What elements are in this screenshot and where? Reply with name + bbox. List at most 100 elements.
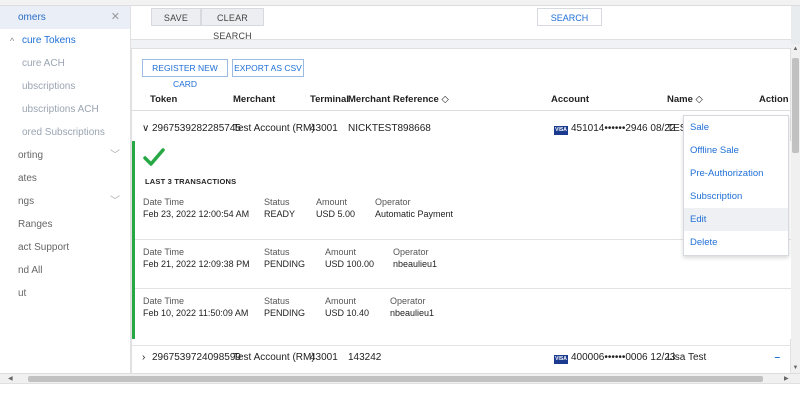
amount-value: USD 5.00 [316, 209, 356, 219]
datetime-value: Feb 23, 2022 12:00:54 AM [143, 209, 250, 219]
column-header-action: Action [759, 94, 789, 105]
amount-label: Amount [325, 296, 357, 306]
sidebar-item-label: omers [18, 12, 46, 23]
sidebar-item-rates[interactable]: ates [0, 167, 130, 190]
sidebar-item-label: cure Tokens [22, 35, 76, 46]
sidebar-item-contact-support[interactable]: act Support [0, 236, 130, 259]
sidebar-item-label: cure ACH [22, 58, 65, 69]
chevron-down-icon: ﹀ [110, 150, 120, 161]
search-panel: SAVE CLEAR SEARCH SEARCH [131, 6, 791, 41]
operator-value: Automatic Payment [375, 209, 454, 219]
sidebar-item-label: act Support [18, 242, 70, 253]
menu-item-pre-authorization[interactable]: Pre-Authorization [684, 162, 788, 185]
account-cell: VISA 451014••••••2946 08/22 [554, 123, 676, 135]
export-csv-button[interactable]: EXPORT AS CSV [232, 59, 304, 77]
vertical-scroll-thumb[interactable] [792, 58, 799, 153]
column-header-name[interactable]: Name ◇ [667, 94, 703, 105]
column-header-merchant-reference[interactable]: Merchant Reference ◇ [348, 94, 449, 105]
column-header-token[interactable]: Token [150, 94, 177, 105]
menu-item-subscription[interactable]: Subscription [684, 185, 788, 208]
operator-value: nbeaulieu1 [390, 308, 435, 318]
sidebar-item-subscriptions-ach[interactable]: ubscriptions ACH [0, 98, 130, 121]
search-button[interactable]: SEARCH [537, 8, 602, 26]
reference-cell: NICKTEST898668 [348, 123, 431, 134]
chevron-down-icon: ﹀ [110, 196, 120, 207]
sidebar-item-label: ngs [18, 196, 35, 207]
menu-item-sale[interactable]: Sale [684, 116, 788, 139]
amount-label: Amount [325, 247, 357, 257]
sidebar-item-secure-ach[interactable]: cure ACH [0, 52, 130, 75]
status-value: PENDING [264, 259, 306, 269]
datetime-value: Feb 10, 2022 11:50:09 AM [143, 308, 249, 318]
save-button[interactable]: SAVE [151, 8, 201, 26]
amount-value: USD 100.00 [325, 259, 375, 269]
expand-row-icon[interactable]: › [142, 352, 145, 363]
last-transactions-heading: LAST 3 TRANSACTIONS [145, 177, 237, 186]
menu-item-offline-sale[interactable]: Offline Sale [684, 139, 788, 162]
operator-label: Operator [375, 197, 411, 207]
amount-value: USD 10.40 [325, 308, 370, 318]
operator-label: Operator [393, 247, 429, 257]
reference-cell: 143242 [348, 352, 382, 363]
sidebar: omers ✕ cure Tokens cure ACH ubscription… [0, 6, 131, 373]
datetime-label: Date Time [143, 247, 185, 257]
amount-label: Amount [316, 197, 348, 207]
sidebar-item-bin-ranges[interactable]: Ranges [0, 213, 130, 236]
status-value: PENDING [264, 308, 306, 318]
sidebar-item-label: ored Subscriptions [22, 127, 105, 138]
transaction-item: Date Time Feb 10, 2022 11:50:09 AM Statu… [135, 296, 791, 340]
sidebar-item-label: ates [18, 173, 37, 184]
datetime-label: Date Time [143, 296, 185, 306]
vertical-scrollbar[interactable]: ▲ ▼ [791, 44, 800, 373]
scroll-up-icon[interactable]: ▲ [791, 46, 800, 52]
sidebar-item-label: ubscriptions [22, 81, 76, 92]
terminal-cell: 43001 [310, 352, 338, 363]
menu-item-delete[interactable]: Delete [684, 231, 788, 254]
table-header: Token Merchant Terminal Merchant Referen… [132, 89, 791, 111]
scroll-down-icon[interactable]: ▼ [791, 365, 800, 371]
sidebar-item-settings[interactable]: ngs ﹀ [0, 190, 130, 213]
table-row[interactable]: › 2967539724098599 Test Account (RM) 430… [132, 345, 791, 369]
column-header-merchant[interactable]: Merchant [233, 94, 275, 105]
sidebar-item-expand-all[interactable]: nd All [0, 259, 130, 282]
sidebar-item-secure-tokens[interactable]: cure Tokens [0, 29, 130, 52]
sidebar-item-reporting[interactable]: orting ﹀ [0, 144, 130, 167]
operator-value: nbeaulieu1 [393, 259, 438, 269]
token-cell: 2967539282285745 [152, 123, 241, 134]
operator-label: Operator [390, 296, 426, 306]
close-icon[interactable]: ✕ [111, 6, 120, 29]
caret-up-icon: ^ [10, 36, 15, 46]
account-cell: VISA 400006••••••0006 12/23 [554, 352, 676, 364]
row-action-menu: Sale Offline Sale Pre-Authorization Subs… [683, 115, 789, 256]
sort-icon: ◇ [695, 94, 703, 105]
sidebar-item-logout[interactable]: ut [0, 282, 130, 305]
register-new-card-button[interactable]: REGISTER NEW CARD [142, 59, 228, 89]
horizontal-scroll-thumb[interactable] [28, 376, 763, 382]
expand-row-icon[interactable]: ∨ [142, 123, 149, 134]
app-frame: omers ✕ cure Tokens cure ACH ubscription… [0, 0, 800, 397]
status-value: READY [264, 209, 296, 219]
sort-icon: ◇ [441, 94, 449, 105]
horizontal-scrollbar[interactable]: ◀ ▶ [0, 373, 800, 383]
status-label: Status [264, 296, 290, 306]
status-label: Status [264, 197, 290, 207]
sidebar-item-label: Ranges [18, 219, 53, 230]
merchant-cell: Test Account (RM) [233, 352, 315, 363]
sidebar-item-stored-subscriptions[interactable]: ored Subscriptions [0, 121, 130, 144]
datetime-label: Date Time [143, 197, 185, 207]
column-header-account[interactable]: Account [551, 94, 589, 105]
terminal-cell: 43001 [310, 123, 338, 134]
column-header-terminal[interactable]: Terminal [310, 94, 349, 105]
sidebar-item-label: orting [18, 150, 44, 161]
sidebar-item-label: ubscriptions ACH [22, 104, 99, 115]
row-action-menu-icon[interactable]: – [774, 352, 780, 363]
clear-search-button[interactable]: CLEAR SEARCH [201, 8, 264, 41]
sidebar-item-customers[interactable]: omers ✕ [0, 6, 130, 29]
sidebar-item-subscriptions[interactable]: ubscriptions [0, 75, 130, 98]
menu-item-edit[interactable]: Edit [684, 208, 788, 231]
check-icon [143, 148, 165, 166]
sidebar-item-label: ut [18, 288, 27, 299]
token-cell: 2967539724098599 [152, 352, 241, 363]
merchant-cell: Test Account (RM) [233, 123, 315, 134]
name-cell: Lisa Test [667, 352, 707, 363]
